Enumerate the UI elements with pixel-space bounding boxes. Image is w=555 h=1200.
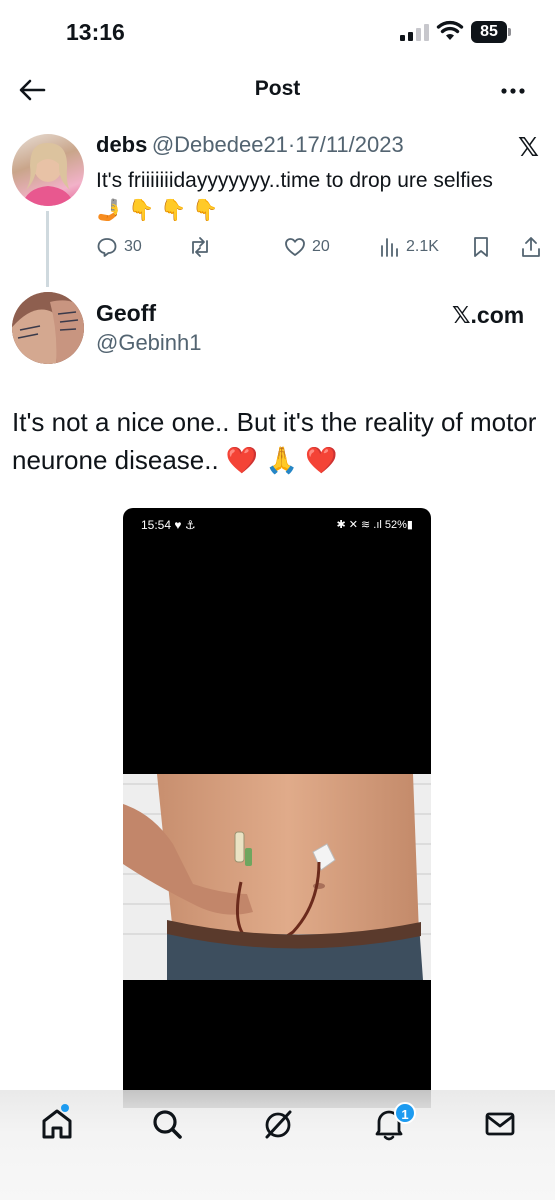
avatar[interactable] — [12, 134, 84, 206]
grok-icon[interactable] — [258, 1104, 298, 1144]
home-icon[interactable] — [37, 1104, 77, 1144]
x-logo-icon: 𝕏 — [518, 132, 539, 162]
like-button[interactable]: 20 — [284, 236, 330, 258]
embedded-status-time: 15:54 ♥ ⚓ — [141, 518, 196, 532]
quoted-post-text: It's friiiiiiidayyyyyyy..time to drop ur… — [96, 169, 493, 222]
repost-button[interactable] — [188, 236, 212, 258]
battery-level: 85 — [471, 21, 507, 43]
username-handle[interactable]: @Debedee21 — [152, 132, 288, 157]
share-button[interactable] — [520, 236, 542, 258]
share-icon — [522, 237, 540, 257]
x-com-watermark: 𝕏.com — [452, 302, 525, 328]
bottom-tab-bar — [0, 1090, 555, 1200]
messages-envelope-icon[interactable] — [480, 1104, 520, 1144]
abdomen-feeding-tube-photo — [123, 774, 431, 980]
post-date[interactable]: 17/11/2023 — [295, 132, 403, 157]
post-text: It's not a nice one.. But it's the reali… — [12, 407, 537, 475]
wifi-icon — [436, 20, 464, 40]
post-media-image[interactable]: 15:54 ♥ ⚓ ✱ ✕ ≋ .ıl 52%▮ — [123, 508, 431, 1108]
display-name[interactable]: Geoff — [96, 300, 156, 327]
cellular-signal-icon — [400, 23, 429, 41]
status-bar: 13:16 85 — [0, 0, 555, 64]
avatar[interactable] — [12, 292, 84, 364]
battery-icon: 85 — [471, 21, 511, 43]
post-header: Post — [0, 64, 555, 116]
bookmark-button[interactable] — [471, 236, 491, 258]
status-time: 13:16 — [66, 19, 125, 45]
reply-count: 30 — [124, 238, 142, 255]
home-unread-dot — [61, 1104, 69, 1112]
bookmark-icon — [474, 237, 488, 257]
username-handle[interactable]: @Gebinh1 — [96, 330, 202, 356]
thread-connector — [46, 211, 49, 287]
reply-button[interactable]: 30 — [96, 236, 142, 258]
view-count: 2.1K — [406, 238, 439, 255]
embedded-status-icons: ✱ ✕ ≋ .ıl 52%▮ — [336, 519, 413, 531]
heart-icon — [285, 238, 305, 256]
quoted-post-header: debs @Debedee21·17/11/2023 — [96, 132, 404, 158]
repost-icon — [192, 237, 208, 257]
post-actions: 30 20 2.1K — [96, 236, 546, 262]
like-count: 20 — [312, 238, 330, 255]
more-options-icon[interactable] — [496, 74, 532, 106]
notifications-badge: 1 — [394, 1102, 416, 1124]
display-name[interactable]: debs — [96, 132, 147, 157]
search-icon[interactable] — [147, 1104, 187, 1144]
reply-icon — [97, 238, 117, 257]
page-title: Post — [254, 77, 301, 100]
views-chart-icon — [381, 238, 398, 257]
views-button[interactable]: 2.1K — [380, 236, 439, 258]
